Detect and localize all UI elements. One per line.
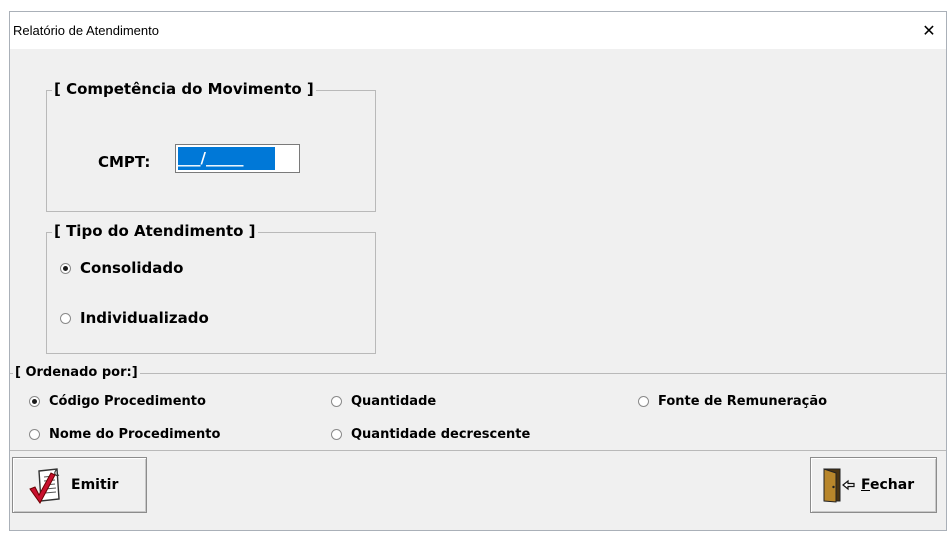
cmpt-selected-text: ___/_____ — [178, 147, 275, 170]
radio-quantidade[interactable]: Quantidade — [331, 394, 436, 409]
ordenado-legend: [ Ordenado por:] — [13, 365, 140, 380]
title-bar: Relatório de Atendimento ✕ — [10, 12, 946, 49]
radio-dot-icon — [29, 429, 40, 440]
competencia-group: [ Competência do Movimento ] CMPT: ___/_… — [46, 80, 376, 212]
radio-consolidado[interactable]: Consolidado — [60, 259, 183, 277]
tipo-group: [ Tipo do Atendimento ] Consolidado Indi… — [46, 222, 376, 354]
radio-quantidade-decrescente[interactable]: Quantidade decrescente — [331, 427, 530, 442]
radio-nome-procedimento[interactable]: Nome do Procedimento — [29, 427, 220, 442]
radio-dot-icon — [60, 262, 71, 274]
cmpt-input[interactable]: ___/_____ — [175, 144, 300, 173]
emitir-button[interactable]: Emitir — [12, 457, 147, 513]
radio-dot-icon — [29, 396, 40, 407]
radio-label: Quantidade — [351, 394, 437, 409]
emitir-label: Emitir — [71, 477, 119, 493]
radio-individualizado[interactable]: Individualizado — [60, 309, 209, 327]
close-button[interactable]: ✕ — [912, 12, 946, 49]
radio-fonte-remuneracao[interactable]: Fonte de Remuneração — [638, 394, 827, 409]
radio-codigo-procedimento[interactable]: Código Procedimento — [29, 394, 206, 409]
radio-label: Fonte de Remuneração — [658, 394, 828, 409]
radio-dot-icon — [638, 396, 649, 407]
tipo-legend: [ Tipo do Atendimento ] — [52, 222, 258, 240]
fechar-button[interactable]: Fechar — [810, 457, 937, 513]
radio-dot-icon — [331, 429, 342, 440]
radio-dot-icon — [60, 312, 71, 324]
report-window: Relatório de Atendimento ✕ [ Competência… — [9, 11, 947, 531]
fechar-hotkey: F — [861, 477, 870, 493]
report-checkmark-icon — [29, 468, 60, 504]
radio-dot-icon — [331, 396, 342, 407]
radio-label: Nome do Procedimento — [49, 427, 221, 442]
radio-label: Consolidado — [80, 259, 184, 277]
radio-label: Quantidade decrescente — [351, 427, 531, 442]
competencia-legend: [ Competência do Movimento ] — [52, 80, 316, 98]
exit-door-icon — [823, 468, 855, 503]
fechar-label: Fechar — [861, 477, 914, 493]
ordenado-group: [ Ordenado por:] Código Procedimento Qua… — [10, 365, 946, 451]
radio-label: Individualizado — [80, 309, 209, 327]
cmpt-label: CMPT: — [98, 153, 151, 171]
window-title: Relatório de Atendimento — [13, 23, 159, 38]
fechar-label-rest: echar — [870, 477, 915, 493]
radio-label: Código Procedimento — [49, 394, 206, 409]
